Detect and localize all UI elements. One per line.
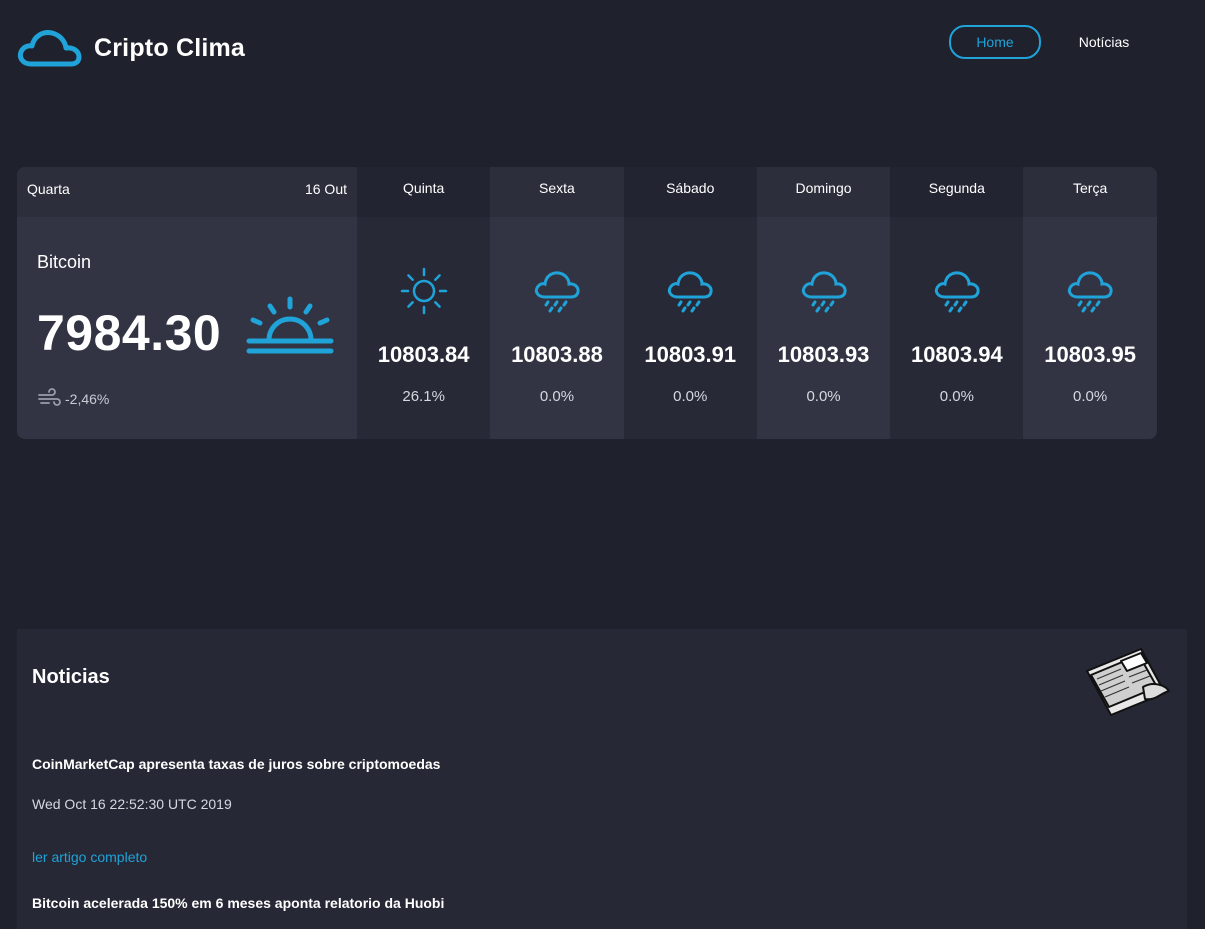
article-title: CoinMarketCap apresenta taxas de juros s… [32, 756, 441, 772]
forecast-day-terca: Terça 10803.95 0.0% [1023, 167, 1157, 439]
brand-title: Cripto Clima [94, 34, 246, 62]
forecast-day-domingo: Domingo 10803.93 0.0% [756, 167, 891, 439]
header: Cripto Clima Home Notícias [0, 0, 1205, 100]
nav-home-button[interactable]: Home [949, 25, 1041, 59]
forecast-day-label: Quinta [357, 167, 491, 217]
forecast-price: 10803.88 [511, 342, 603, 367]
read-full-article-link[interactable]: ler artigo completo [32, 849, 147, 865]
cloud-logo-icon [17, 30, 82, 67]
newspaper-icon [1086, 648, 1170, 716]
today-date: 16 Out [304, 181, 347, 197]
forecast-day-segunda: Segunda 10803.94 0.0% [890, 167, 1024, 439]
forecast-day-label: Domingo [756, 167, 891, 217]
forecast-percent: 0.0% [806, 388, 841, 405]
news-title: Noticias [32, 666, 110, 688]
rain-cloud-icon [801, 271, 847, 313]
coin-price: 7984.30 [37, 305, 222, 361]
sun-icon [400, 267, 447, 315]
article-date: Wed Oct 16 22:52:30 UTC 2019 [32, 796, 232, 812]
forecast-price: 10803.94 [910, 342, 1003, 367]
today-card: Quarta 16 Out Bitcoin 7984.30 -2,46% [17, 167, 357, 439]
forecast-day-sabado: Sábado 10803.91 0.0% [623, 167, 757, 439]
today-day: Quarta [27, 181, 70, 197]
rain-cloud-icon [534, 271, 580, 313]
news-section: Noticias CoinMarketCap apresenta taxas d… [17, 629, 1187, 929]
forecast-price: 10803.91 [644, 342, 737, 367]
sunrise-icon [246, 296, 334, 354]
coin-change: -2,46% [65, 391, 110, 407]
rain-cloud-icon [1068, 271, 1113, 313]
forecast-day-label: Segunda [890, 167, 1024, 217]
forecast-day-label: Terça [1023, 167, 1157, 217]
forecast-percent: 0.0% [673, 388, 708, 405]
article-title: Bitcoin acelerada 150% em 6 meses aponta… [32, 895, 445, 911]
forecast-panel: Quarta 16 Out Bitcoin 7984.30 -2,46% Qui… [17, 167, 1157, 439]
forecast-day-label: Sábado [623, 167, 757, 217]
forecast-day-quinta: Quinta 10803.84 26.1% [357, 167, 491, 439]
rain-cloud-icon [668, 271, 713, 313]
wind-icon [38, 388, 61, 406]
nav-news-link[interactable]: Notícias [1063, 25, 1145, 59]
rain-cloud-icon [934, 271, 980, 313]
forecast-day-sexta: Sexta 10803.88 0.0% [490, 167, 624, 439]
forecast-price: 10803.93 [777, 342, 870, 367]
forecast-price: 10803.95 [1044, 342, 1137, 367]
today-header: Quarta 16 Out [17, 167, 357, 217]
forecast-percent: 0.0% [539, 388, 575, 405]
forecast-percent: 0.0% [939, 388, 974, 405]
forecast-day-label: Sexta [490, 167, 624, 217]
forecast-percent: 0.0% [1073, 388, 1108, 405]
forecast-price: 10803.84 [377, 342, 470, 367]
forecast-percent: 26.1% [402, 388, 445, 405]
coin-name: Bitcoin [37, 252, 92, 272]
